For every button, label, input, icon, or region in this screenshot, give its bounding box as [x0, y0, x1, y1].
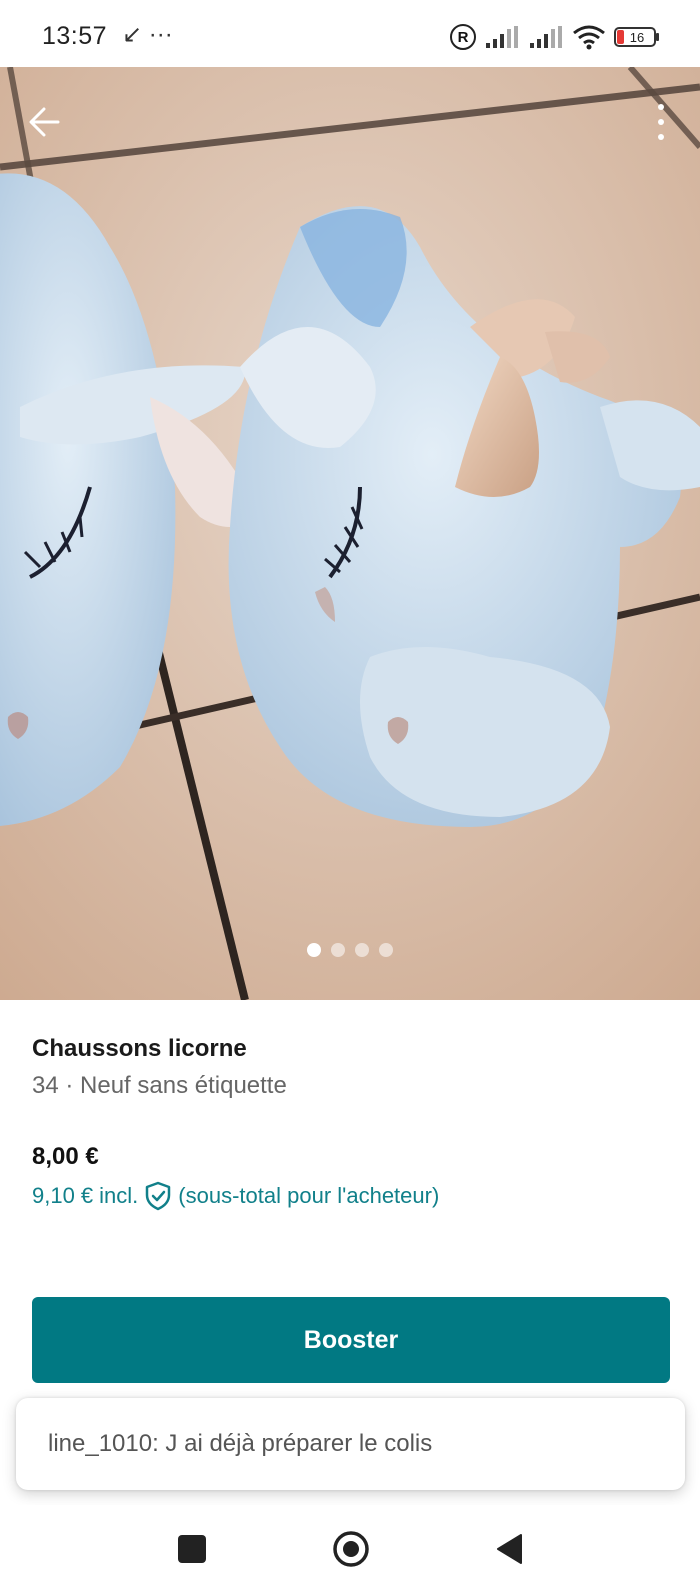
buyer-price-row[interactable]: 9,10 € incl. (sous-total pour l'acheteur… — [32, 1181, 439, 1211]
buyer-note: (sous-total pour l'acheteur) — [178, 1183, 440, 1208]
item-photo — [0, 67, 700, 1000]
status-bar: 13:57 ↙ ··· R 16 — [0, 0, 700, 67]
wifi-icon — [573, 25, 605, 50]
price-with-fees: 9,10 € — [32, 1183, 94, 1208]
carousel-indicator — [0, 943, 700, 957]
registered-icon: R — [450, 24, 476, 50]
carousel-dot[interactable] — [307, 943, 321, 957]
recents-square-icon[interactable] — [178, 1535, 206, 1563]
back-triangle-icon[interactable] — [494, 1532, 524, 1566]
incl-label: incl. — [99, 1183, 139, 1208]
battery-level: 16 — [630, 30, 644, 45]
item-price: 8,00 € — [32, 1143, 99, 1170]
item-photo-carousel[interactable] — [0, 67, 700, 1000]
home-circle-icon[interactable] — [331, 1529, 371, 1569]
signal-icon — [486, 26, 518, 48]
item-subtitle: 34 · Neuf sans étiquette — [32, 1072, 287, 1099]
carousel-dot[interactable] — [379, 943, 393, 957]
shield-check-icon — [146, 1181, 171, 1211]
toast-message: line_1010: J ai déjà préparer le colis — [48, 1430, 433, 1457]
status-time: 13:57 — [42, 22, 108, 50]
carousel-dot[interactable] — [355, 943, 369, 957]
status-icons: R 16 — [450, 22, 660, 52]
message-toast[interactable]: line_1010: J ai déjà préparer le colis — [16, 1398, 685, 1490]
arrow-left-icon[interactable] — [22, 99, 68, 145]
booster-button[interactable]: Booster — [32, 1297, 670, 1383]
carousel-dot[interactable] — [331, 943, 345, 957]
more-vertical-icon[interactable] — [652, 99, 670, 145]
item-title: Chaussons licorne — [32, 1035, 247, 1062]
notification-icons: ↙ ··· — [122, 21, 173, 48]
signal-icon — [530, 26, 562, 48]
system-nav-bar — [0, 1505, 700, 1595]
battery-icon: 16 — [614, 27, 659, 47]
